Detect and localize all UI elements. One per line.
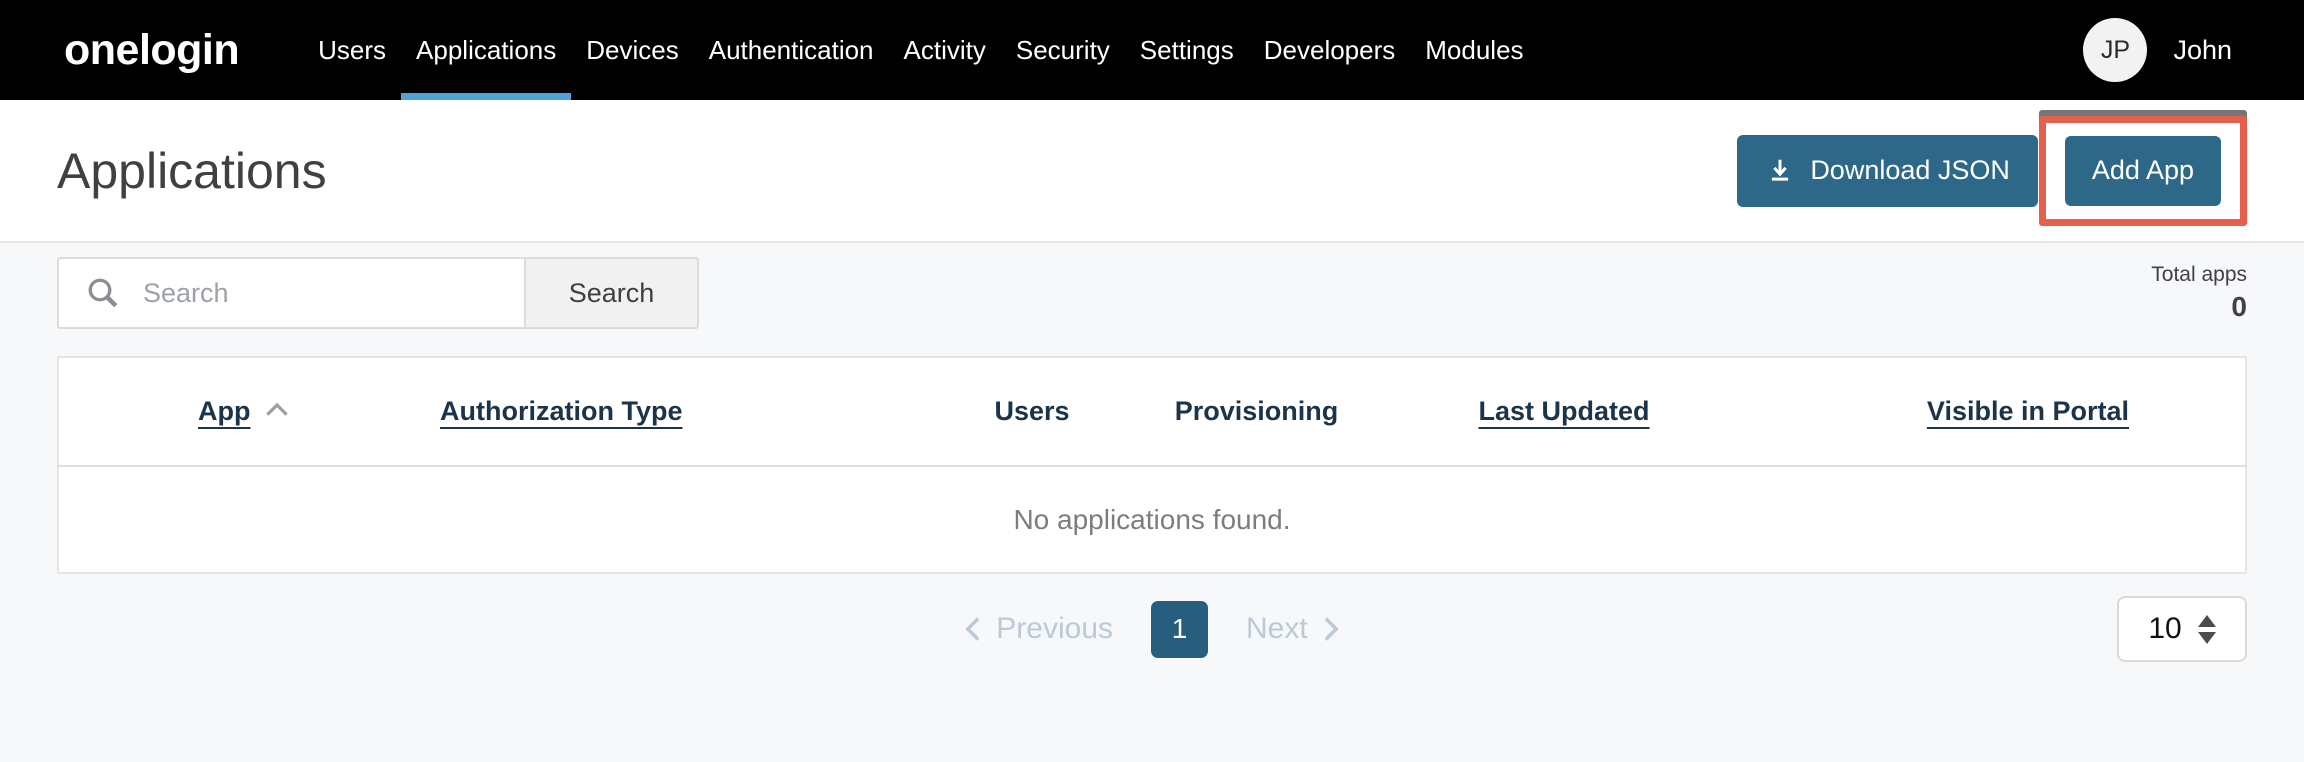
total-apps-value: 0 (2151, 291, 2247, 323)
current-page-button[interactable]: 1 (1151, 601, 1208, 658)
add-app-label: Add App (2092, 155, 2194, 186)
nav-item-activity[interactable]: Activity (889, 0, 1001, 100)
nav-item-users[interactable]: Users (303, 0, 401, 100)
column-header-app[interactable]: App (59, 396, 440, 427)
search-icon (85, 275, 121, 311)
page-size-stepper[interactable]: 10 (2117, 596, 2247, 662)
avatar-initials: JP (2101, 36, 2130, 65)
nav-item-applications[interactable]: Applications (401, 0, 571, 100)
top-navbar: onelogin Users Applications Devices Auth… (0, 0, 2304, 100)
total-apps-label: Total apps (2151, 263, 2247, 287)
nav-item-modules[interactable]: Modules (1410, 0, 1538, 100)
add-app-button[interactable]: Add App (2065, 136, 2221, 206)
onelogin-logo[interactable]: onelogin (64, 0, 239, 100)
content-area: Search Total apps 0 App Authorization Ty… (0, 243, 2304, 762)
nav-item-settings[interactable]: Settings (1125, 0, 1249, 100)
nav-item-authentication[interactable]: Authentication (694, 0, 889, 100)
page-header: Applications Download JSON Add App (0, 100, 2304, 243)
applications-table: App Authorization Type Users Provisionin… (57, 356, 2247, 574)
stepper-up-icon[interactable] (2198, 615, 2216, 627)
stepper-arrows-icon[interactable] (2198, 615, 2216, 644)
empty-table-message: No applications found. (59, 467, 2245, 572)
column-header-visible-in-portal-label: Visible in Portal (1927, 396, 2129, 426)
column-header-last-updated-label: Last Updated (1478, 396, 1649, 426)
search-input-wrap (57, 257, 524, 329)
pagination: Previous 1 Next (57, 594, 2247, 664)
user-area: JP John (2083, 0, 2232, 100)
column-header-users-label: Users (994, 396, 1069, 426)
search-input[interactable] (143, 278, 524, 309)
nav-item-security[interactable]: Security (1001, 0, 1125, 100)
column-header-last-updated[interactable]: Last Updated (1369, 396, 1759, 427)
avatar[interactable]: JP (2083, 18, 2147, 82)
header-actions: Download JSON Add App (1737, 116, 2247, 226)
toolbar: Search Total apps 0 (57, 257, 2247, 329)
search-group: Search (57, 257, 699, 329)
column-header-app-label: App (198, 396, 250, 427)
download-json-button[interactable]: Download JSON (1737, 135, 2038, 207)
previous-page-button[interactable]: Previous (964, 612, 1113, 646)
search-button[interactable]: Search (524, 257, 699, 329)
page-title: Applications (57, 142, 327, 200)
column-header-authorization-type[interactable]: Authorization Type (440, 396, 920, 427)
column-header-users: Users (920, 396, 1144, 427)
column-header-visible-in-portal[interactable]: Visible in Portal (1759, 396, 2245, 427)
next-page-button[interactable]: Next (1246, 612, 1340, 646)
previous-page-label: Previous (996, 612, 1113, 646)
main-nav-menu: Users Applications Devices Authenticatio… (303, 0, 1538, 100)
sort-ascending-icon (264, 401, 290, 417)
stepper-down-icon[interactable] (2198, 632, 2216, 644)
user-menu[interactable]: John (2173, 35, 2232, 66)
column-header-provisioning-label: Provisioning (1175, 396, 1339, 426)
page-size-value: 10 (2148, 612, 2181, 646)
column-header-provisioning: Provisioning (1144, 396, 1369, 427)
add-app-highlight-annotation: Add App (2039, 116, 2247, 226)
table-header-row: App Authorization Type Users Provisionin… (59, 358, 2245, 467)
total-apps: Total apps 0 (2151, 263, 2247, 323)
download-icon (1765, 156, 1795, 186)
column-header-authorization-type-label: Authorization Type (440, 396, 683, 426)
table-footer: Previous 1 Next 10 (57, 594, 2247, 664)
chevron-right-icon (1322, 615, 1340, 643)
download-json-label: Download JSON (1810, 155, 2010, 186)
nav-item-devices[interactable]: Devices (571, 0, 693, 100)
nav-item-developers[interactable]: Developers (1249, 0, 1411, 100)
next-page-label: Next (1246, 612, 1308, 646)
onelogin-admin-page: onelogin Users Applications Devices Auth… (0, 0, 2304, 762)
chevron-left-icon (964, 615, 982, 643)
